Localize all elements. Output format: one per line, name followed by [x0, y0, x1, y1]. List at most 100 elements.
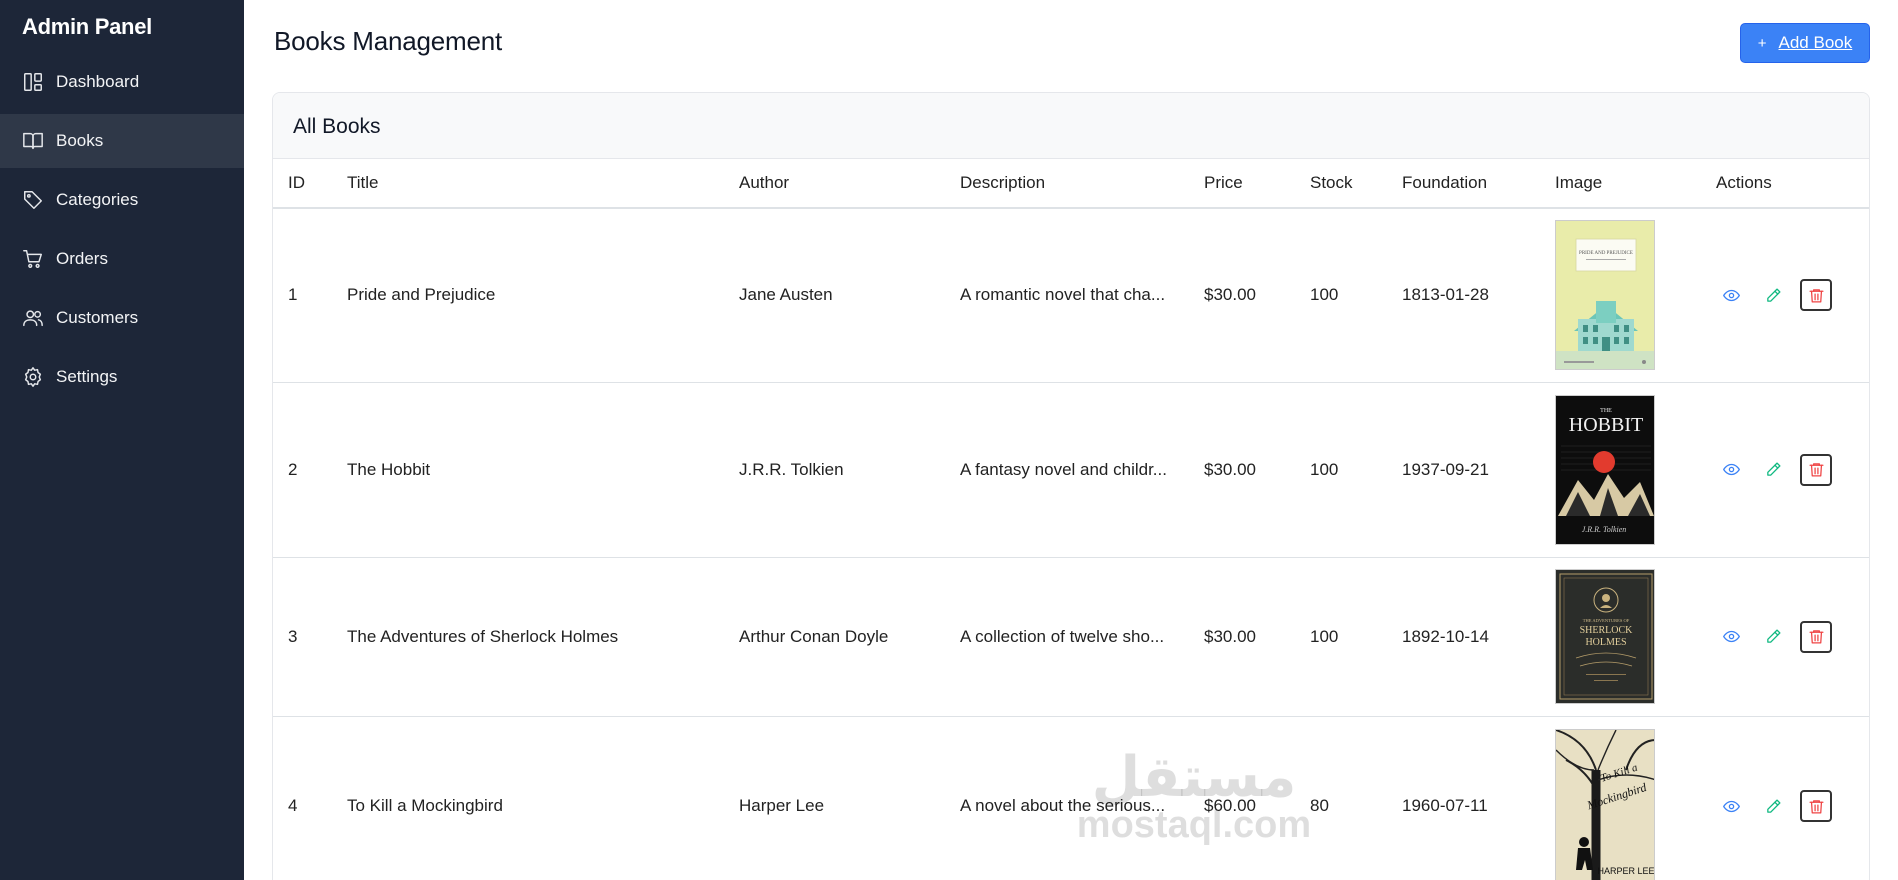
cell-price: $60.00	[1189, 716, 1295, 880]
sidebar-item-label: Customers	[56, 308, 139, 327]
cell-actions	[1701, 208, 1869, 383]
cell-author: Arthur Conan Doyle	[724, 557, 945, 717]
sidebar-item-label: Categories	[56, 190, 139, 209]
cell-title: Pride and Prejudice	[332, 208, 724, 383]
the-hobbit-cover: THE HOBBIT J.R.R. Tolkien	[1555, 394, 1655, 545]
cell-id: 1	[273, 208, 332, 383]
column-header-description[interactable]: Description	[945, 159, 1189, 209]
cell-image: To Kill a Mockingbird HARPER LEE	[1540, 716, 1701, 880]
cell-title: The Hobbit	[332, 382, 724, 558]
view-button[interactable]	[1716, 280, 1746, 310]
hobbit-cover-signature: J.R.R. Tolkien	[1582, 525, 1627, 534]
sherlock-cover-line1: THE ADVENTURES OF	[1583, 618, 1630, 623]
to-kill-a-mockingbird-cover: To Kill a Mockingbird HARPER LEE	[1555, 729, 1655, 880]
tag-icon	[22, 189, 44, 211]
card-title: All Books	[273, 93, 1869, 159]
table-row: 3 The Adventures of Sherlock Holmes Arth…	[273, 557, 1869, 717]
cell-title: To Kill a Mockingbird	[332, 716, 724, 880]
cell-id: 2	[273, 382, 332, 558]
column-header-id[interactable]: ID	[273, 159, 332, 209]
dashboard-icon	[22, 71, 44, 93]
delete-button[interactable]	[1800, 279, 1832, 312]
cell-image: PRIDE AND PREJUDICE	[1540, 208, 1701, 383]
cell-image: THE ADVENTURES OF SHERLOCK HOLMES	[1540, 557, 1701, 717]
cell-title: The Adventures of Sherlock Holmes	[332, 557, 724, 717]
sidebar-item-books[interactable]: Books	[0, 114, 244, 168]
column-header-foundation[interactable]: Foundation	[1387, 159, 1540, 209]
column-header-author[interactable]: Author	[724, 159, 945, 209]
pencil-icon	[1766, 288, 1781, 302]
cell-foundation: 1892-10-14	[1387, 557, 1540, 717]
column-header-price[interactable]: Price	[1189, 159, 1295, 209]
sherlock-holmes-cover: THE ADVENTURES OF SHERLOCK HOLMES	[1555, 569, 1655, 704]
pencil-icon	[1766, 629, 1781, 643]
eye-icon	[1722, 289, 1740, 301]
mockingbird-cover-author: HARPER LEE	[1597, 866, 1654, 876]
sidebar-item-categories[interactable]: Categories	[0, 173, 244, 227]
column-header-actions: Actions	[1701, 159, 1869, 209]
trash-icon	[1808, 799, 1824, 814]
cart-icon	[22, 248, 44, 270]
sidebar-item-label: Orders	[56, 249, 108, 268]
cell-stock: 100	[1295, 382, 1387, 558]
eye-icon	[1722, 800, 1740, 812]
cell-foundation: 1813-01-28	[1387, 208, 1540, 383]
table-row: 1 Pride and Prejudice Jane Austen A roma…	[273, 208, 1869, 383]
cell-author: J.R.R. Tolkien	[724, 382, 945, 558]
sidebar-item-orders[interactable]: Orders	[0, 232, 244, 286]
sidebar-item-label: Settings	[56, 367, 118, 386]
cell-id: 4	[273, 716, 332, 880]
add-book-label: Add Book	[1778, 33, 1853, 52]
sidebar: Admin Panel Dashboard Books Categories O…	[0, 0, 244, 880]
cell-foundation: 1960-07-11	[1387, 716, 1540, 880]
cell-stock: 80	[1295, 716, 1387, 880]
delete-button[interactable]	[1800, 790, 1832, 822]
plus-icon: +	[1757, 34, 1767, 52]
cell-actions	[1701, 382, 1869, 558]
sherlock-cover-line2: SHERLOCK	[1580, 625, 1634, 636]
sidebar-item-dashboard[interactable]: Dashboard	[0, 55, 244, 109]
table-header-row: ID Title Author Description Price Stock …	[273, 159, 1869, 209]
cell-description: A collection of twelve sho...	[945, 557, 1189, 717]
edit-button[interactable]	[1758, 791, 1788, 821]
edit-button[interactable]	[1758, 280, 1788, 310]
sidebar-item-customers[interactable]: Customers	[0, 291, 244, 345]
cell-stock: 100	[1295, 557, 1387, 717]
cell-actions	[1701, 716, 1869, 880]
pencil-icon	[1766, 798, 1781, 813]
pride-and-prejudice-cover: PRIDE AND PREJUDICE	[1555, 220, 1655, 371]
brand-title: Admin Panel	[22, 14, 152, 39]
edit-button[interactable]	[1758, 622, 1788, 652]
edit-button[interactable]	[1758, 455, 1788, 485]
eye-icon	[1722, 630, 1740, 643]
cell-price: $30.00	[1189, 208, 1295, 383]
column-header-title[interactable]: Title	[332, 159, 724, 209]
gear-icon	[22, 366, 44, 388]
trash-icon	[1808, 463, 1824, 477]
view-button[interactable]	[1716, 455, 1746, 485]
view-button[interactable]	[1716, 622, 1746, 652]
cell-description: A fantasy novel and childr...	[945, 382, 1189, 558]
add-book-button[interactable]: + Add Book	[1740, 23, 1870, 63]
cell-image: THE HOBBIT J.R.R. Tolkien	[1540, 382, 1701, 558]
table-row: 2 The Hobbit J.R.R. Tolkien A fantasy no…	[273, 382, 1869, 558]
cell-price: $30.00	[1189, 382, 1295, 558]
cell-price: $30.00	[1189, 557, 1295, 717]
book-icon	[22, 130, 44, 152]
main-content: Books Management + Add Book All Books ID…	[244, 0, 1898, 880]
books-card: All Books ID Title Author Description Pr…	[272, 92, 1870, 880]
sidebar-item-settings[interactable]: Settings	[0, 350, 244, 404]
cell-stock: 100	[1295, 208, 1387, 383]
delete-button[interactable]	[1800, 453, 1832, 486]
cell-id: 3	[273, 557, 332, 717]
cell-author: Jane Austen	[724, 208, 945, 383]
column-header-stock[interactable]: Stock	[1295, 159, 1387, 209]
delete-button[interactable]	[1800, 620, 1832, 653]
sherlock-cover-line3: HOLMES	[1585, 637, 1626, 648]
cell-description: A novel about the serious...	[945, 716, 1189, 880]
books-table: ID Title Author Description Price Stock …	[273, 159, 1869, 880]
view-button[interactable]	[1716, 791, 1746, 821]
users-icon	[22, 307, 44, 329]
page-title: Books Management	[274, 26, 503, 56]
eye-icon	[1722, 463, 1740, 476]
